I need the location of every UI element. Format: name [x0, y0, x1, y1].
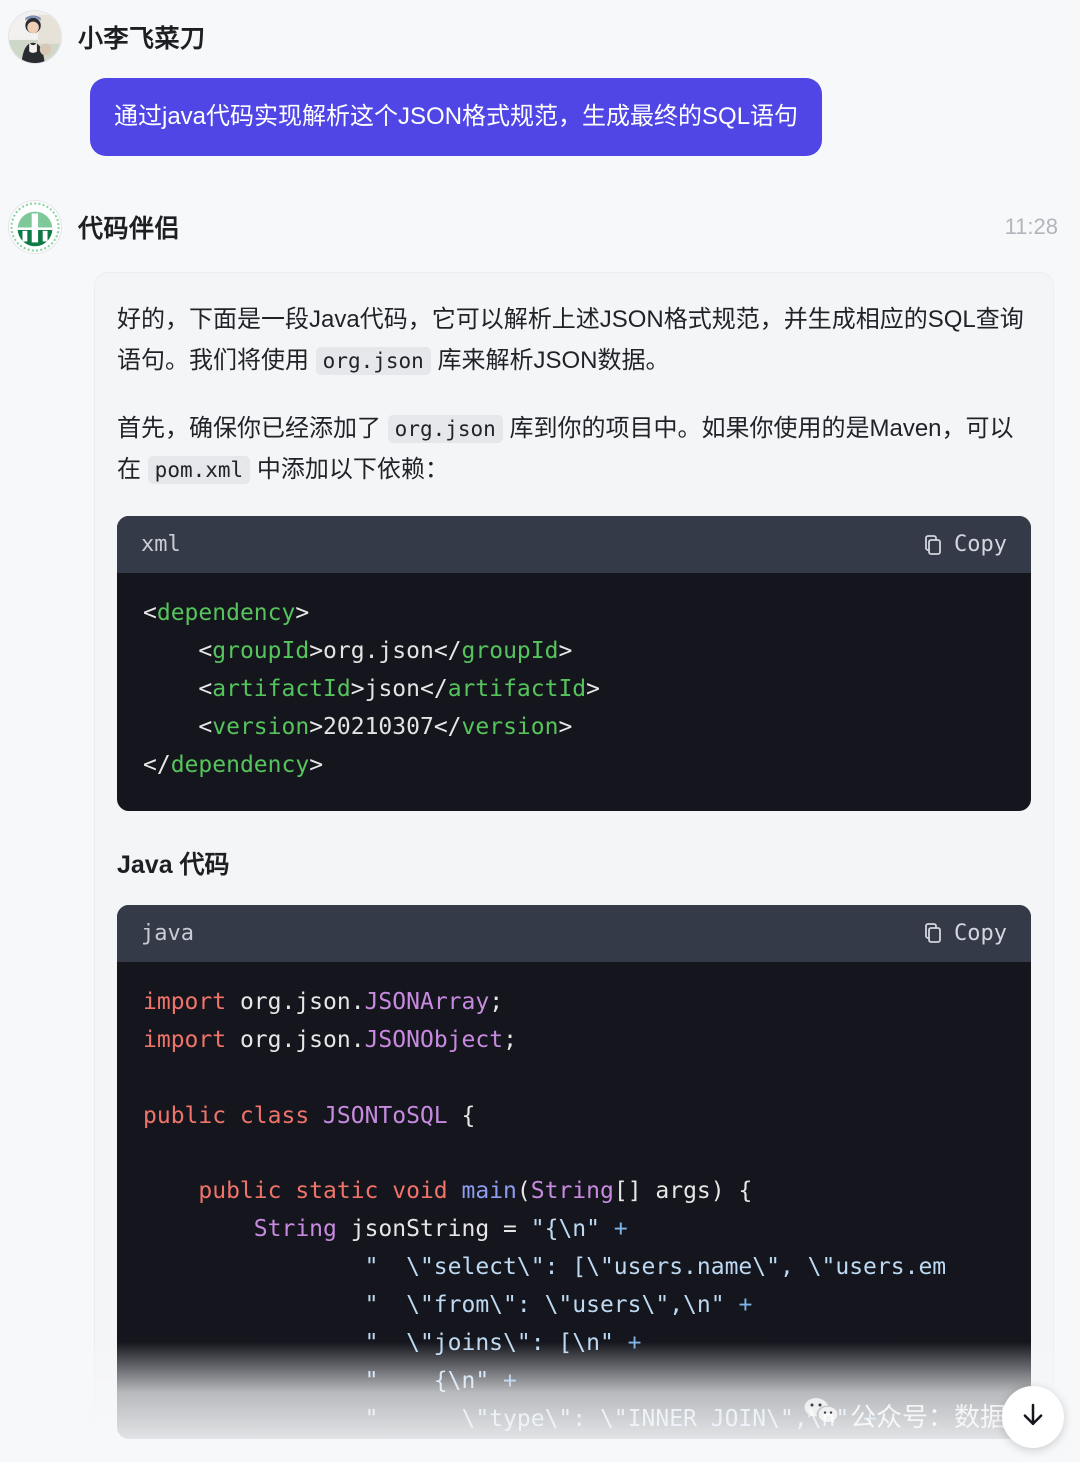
code-block-xml-body[interactable]: <dependency> <groupId>org.json</groupId>…: [117, 573, 1031, 811]
copy-button-java[interactable]: Copy: [921, 921, 1007, 946]
assistant-name: 代码伴侣: [78, 215, 181, 243]
code-line: String jsonString = "{\n" +: [253, 1216, 628, 1243]
user-bubble-wrap: 通过java代码实现解析这个JSON格式规范，生成最终的SQL语句: [0, 64, 1080, 156]
paragraph-2-text-c: 中添加以下依赖：: [250, 455, 449, 483]
assistant-message-row: 代码伴侣 11:28 好的，下面是一段Java代码，它可以解析上述JSON格式规…: [0, 200, 1080, 1452]
message-timestamp: 11:28: [1004, 214, 1058, 239]
inline-code-orgjson-1: org.json: [315, 347, 431, 376]
user-header: 小李飞菜刀: [0, 10, 1080, 64]
assistant-paragraph-1: 好的，下面是一段Java代码，它可以解析上述JSON格式规范，并生成相应的SQL…: [117, 299, 1031, 382]
paragraph-1-text-b: 库来解析JSON数据。: [430, 347, 670, 375]
user-photo-avatar[interactable]: [8, 10, 62, 64]
copy-label: Copy: [954, 532, 1007, 558]
copy-icon: [921, 533, 945, 557]
code-line: " \"joins\": [\n" +: [364, 1330, 642, 1357]
code-block-java-body[interactable]: import org.json.JSONArray; import org.js…: [117, 962, 1031, 1439]
code-line: import org.json.JSONObject;: [143, 1026, 517, 1053]
assistant-message-card: 好的，下面是一段Java代码，它可以解析上述JSON格式规范，并生成相应的SQL…: [94, 272, 1054, 1452]
java-section-heading: Java 代码: [117, 850, 230, 879]
code-line: <artifactId>json</artifactId>: [143, 675, 601, 702]
code-line: " \"type\": \"INNER JOIN\",\n" +: [364, 1406, 877, 1433]
code-line: <groupId>org.json</groupId>: [143, 638, 573, 664]
scroll-to-bottom-button[interactable]: [1002, 1386, 1064, 1448]
paragraph-2-text-a: 首先，确保你已经添加了: [117, 414, 388, 442]
copy-icon: [921, 921, 945, 945]
code-block-xml: xml Copy <dependency> <groupId>org.json<…: [117, 516, 1031, 811]
code-line: </dependency>: [143, 751, 324, 778]
code-line: " \"select\": [\"users.name\", \"users.e…: [364, 1254, 947, 1281]
green-logo-avatar[interactable]: [8, 200, 62, 254]
code-block-xml-header: xml Copy: [117, 516, 1031, 574]
code-line: <version>20210307</version>: [143, 713, 573, 740]
code-line: " \"from\": \"users\",\n" +: [364, 1292, 753, 1319]
code-line: " {\n" +: [364, 1368, 517, 1395]
user-name: 小李飞菜刀: [78, 25, 206, 53]
code-line: <dependency>: [143, 600, 310, 627]
assistant-paragraph-2: 首先，确保你已经添加了 org.json 库到你的项目中。如果你使用的是Mave…: [117, 408, 1031, 491]
inline-code-pomxml: pom.xml: [147, 455, 251, 484]
code-block-java: java Copy import org.json.JSONArray; imp…: [117, 904, 1031, 1439]
arrow-down-icon: [1018, 1400, 1048, 1435]
copy-button-xml[interactable]: Copy: [921, 532, 1007, 557]
code-block-java-header: java Copy: [117, 904, 1031, 962]
assistant-header: 代码伴侣 11:28: [0, 200, 1080, 254]
user-message-row: 小李飞菜刀 通过java代码实现解析这个JSON格式规范，生成最终的SQL语句: [0, 0, 1080, 156]
copy-label: Copy: [954, 920, 1007, 946]
code-line: public static void main(String[] args) {: [198, 1178, 753, 1205]
user-message-bubble[interactable]: 通过java代码实现解析这个JSON格式规范，生成最终的SQL语句: [90, 78, 823, 156]
code-line: import org.json.JSONArray;: [143, 988, 504, 1015]
code-language-label: xml: [141, 532, 181, 558]
code-language-label: java: [141, 920, 194, 946]
inline-code-orgjson-2: org.json: [387, 414, 503, 443]
code-line: public class JSONToSQL {: [143, 1102, 476, 1129]
chat-screen: 小李飞菜刀 通过java代码实现解析这个JSON格式规范，生成最终的SQL语句: [0, 0, 1080, 1462]
